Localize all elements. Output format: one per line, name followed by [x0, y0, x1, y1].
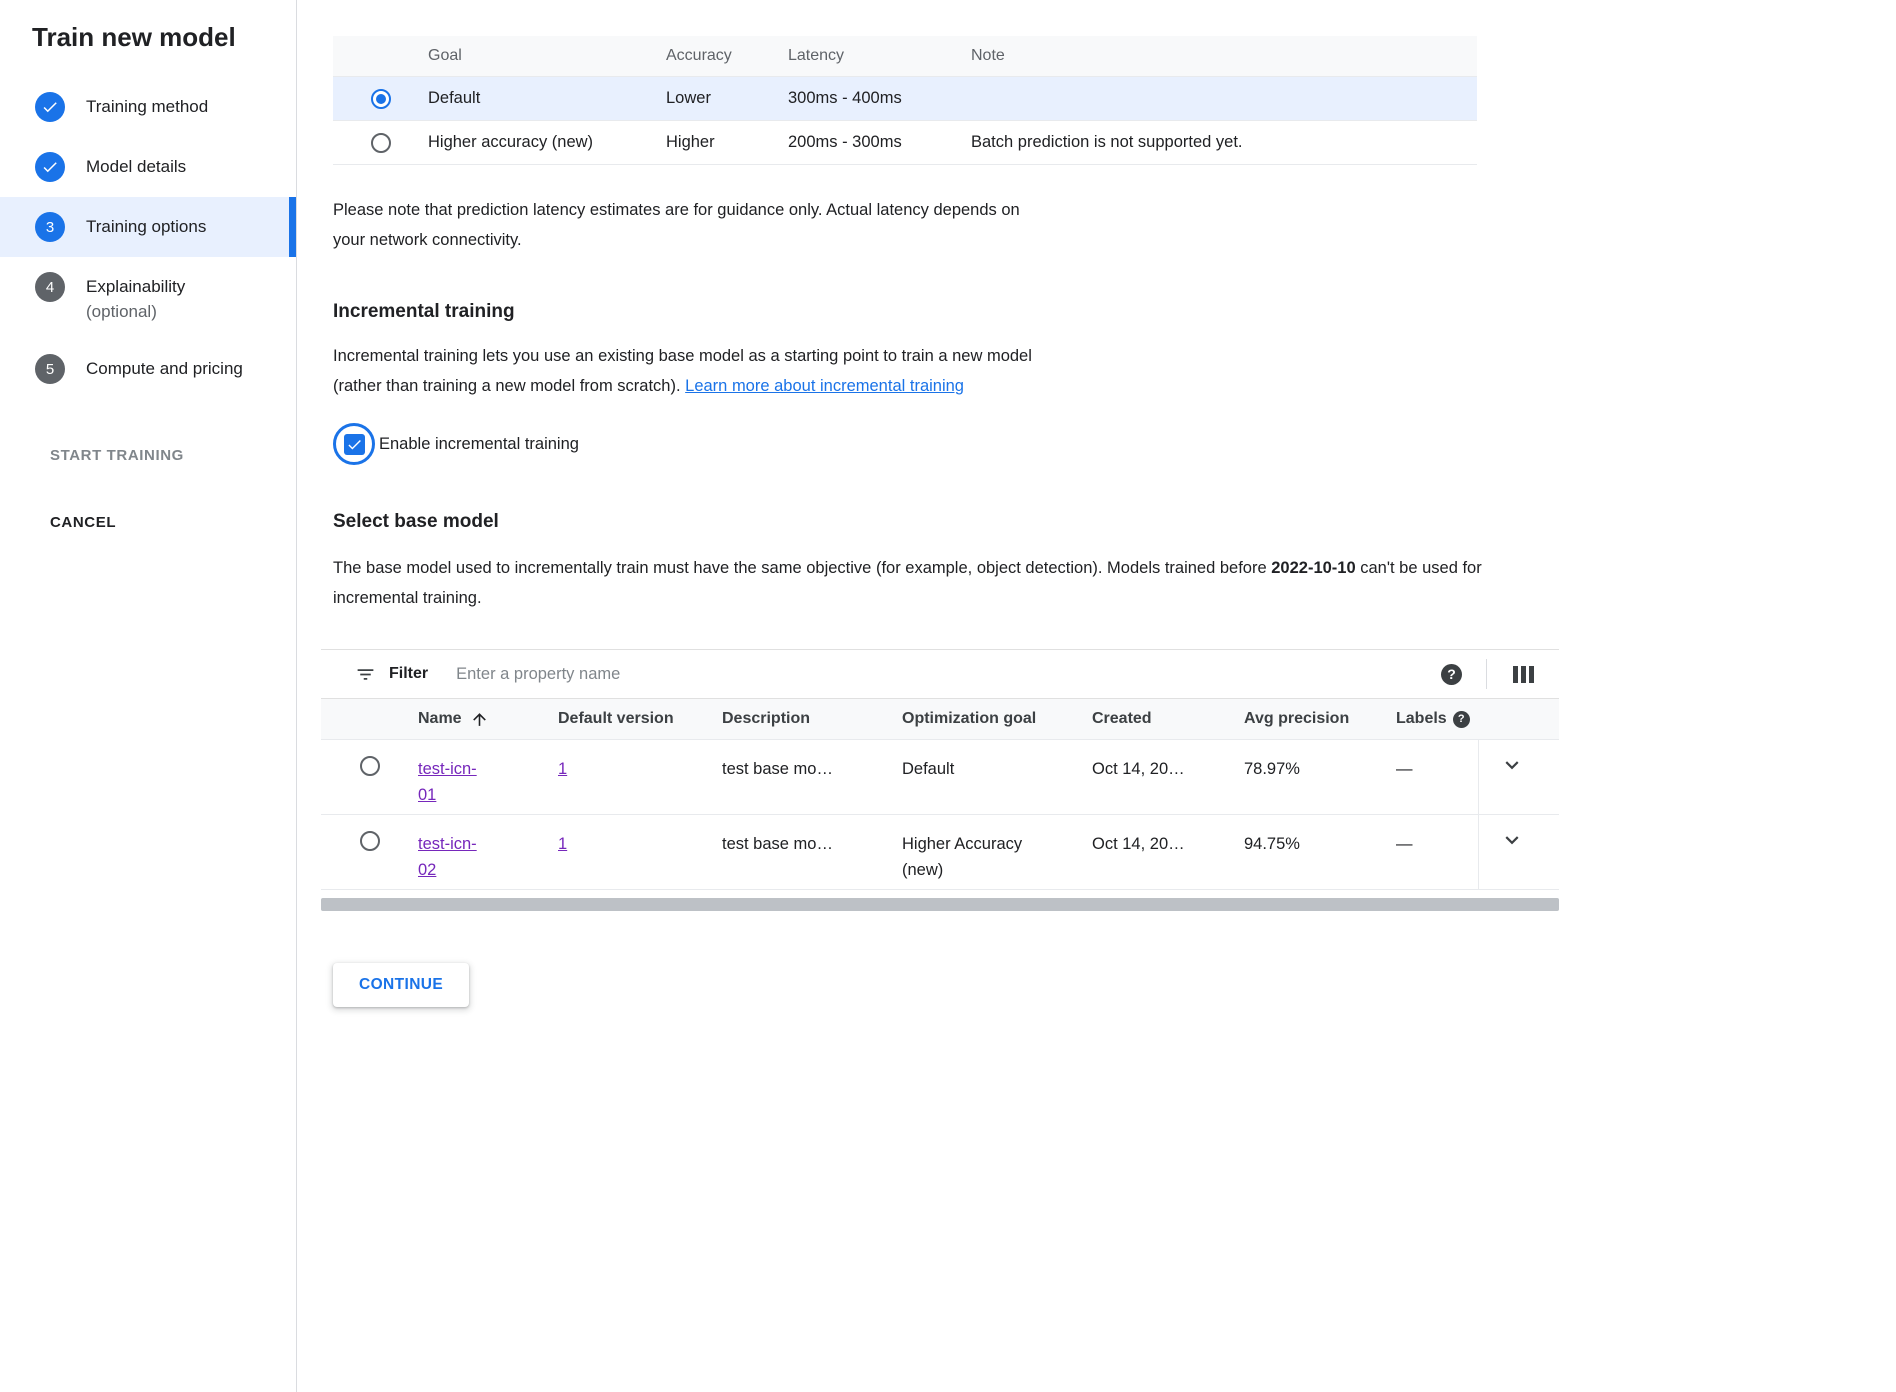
step-number-icon: 3	[35, 212, 65, 242]
step-label-training-options: Training options	[86, 212, 206, 240]
filter-icon	[355, 664, 376, 685]
radio-test-icn-02[interactable]	[360, 831, 380, 851]
step-label-explainability: Explainability (optional)	[86, 272, 185, 324]
default-version-link[interactable]: 1	[558, 831, 567, 857]
created-cell: Oct 14, 20…	[1092, 740, 1244, 782]
goal-cell-goal: Default	[428, 89, 666, 108]
column-display-options-icon[interactable]	[1511, 666, 1535, 683]
base-header-avg-precision: Avg precision	[1244, 710, 1396, 728]
optimization-goal-cell: Higher Accuracy (new)	[902, 831, 1062, 883]
incremental-training-checkbox-label: Enable incremental training	[379, 435, 579, 454]
base-model-row-test-icn-01: test-icn-01 1 test base mo… Default Oct …	[321, 740, 1559, 815]
goal-table: Goal Accuracy Latency Note Default Lower…	[333, 36, 1477, 165]
incremental-training-description: Incremental training lets you use an exi…	[333, 341, 1061, 401]
model-description-cell: test base mo…	[722, 740, 902, 782]
base-header-created: Created	[1092, 710, 1244, 728]
goal-cell-accuracy: Lower	[666, 89, 788, 108]
filter-help-icon[interactable]: ?	[1441, 664, 1462, 685]
base-model-cutoff-date: 2022-10-10	[1271, 559, 1355, 577]
name-header-label: Name	[418, 710, 462, 728]
expand-row-button[interactable]	[1478, 815, 1559, 889]
incremental-training-heading: Incremental training	[333, 301, 1896, 323]
radio-higher-accuracy-goal[interactable]	[371, 133, 391, 153]
filter-label: Filter	[389, 665, 428, 683]
step-label-training-method: Training method	[86, 92, 208, 120]
chevron-down-icon	[1499, 752, 1525, 778]
base-header-labels: Labels ?	[1396, 710, 1484, 728]
filter-input[interactable]	[456, 665, 1441, 684]
chevron-down-icon	[1499, 827, 1525, 853]
learn-more-link[interactable]: Learn more about incremental training	[685, 377, 964, 395]
incremental-training-checkbox[interactable]	[333, 423, 375, 465]
base-model-row-test-icn-02: test-icn-02 1 test base mo… Higher Accur…	[321, 815, 1559, 890]
sort-ascending-icon[interactable]	[470, 710, 489, 729]
goal-cell-goal: Higher accuracy (new)	[428, 133, 666, 152]
goal-row-default[interactable]: Default Lower 300ms - 400ms	[333, 77, 1477, 121]
labels-header-label: Labels	[1396, 710, 1447, 728]
optimization-goal-cell: Default	[902, 756, 954, 782]
goal-header-goal: Goal	[428, 47, 666, 65]
goal-row-higher-accuracy[interactable]: Higher accuracy (new) Higher 200ms - 300…	[333, 121, 1477, 165]
train-new-model-page: Train new model Training method Model de…	[0, 0, 1896, 1392]
expand-row-button[interactable]	[1478, 740, 1559, 814]
table-filter-bar: Filter ?	[321, 649, 1559, 699]
goal-cell-note: Batch prediction is not supported yet.	[971, 133, 1477, 152]
page-title: Train new model	[0, 22, 296, 53]
step-complete-check-icon	[35, 92, 65, 122]
goal-cell-latency: 200ms - 300ms	[788, 133, 971, 152]
steps-sidebar: Train new model Training method Model de…	[0, 0, 297, 1392]
step-label-main: Explainability	[86, 277, 185, 296]
goal-cell-latency: 300ms - 400ms	[788, 89, 971, 108]
model-description-cell: test base mo…	[722, 815, 902, 857]
sidebar-step-compute-and-pricing[interactable]: 5 Compute and pricing	[0, 339, 296, 399]
training-options-panel: Goal Accuracy Latency Note Default Lower…	[297, 0, 1896, 1392]
sidebar-step-model-details[interactable]: Model details	[0, 137, 296, 197]
goal-cell-accuracy: Higher	[666, 133, 788, 152]
labels-help-icon[interactable]: ?	[1453, 711, 1470, 728]
goal-header-note: Note	[971, 47, 1477, 65]
sidebar-step-training-options[interactable]: 3 Training options	[0, 197, 296, 257]
step-number-icon: 4	[35, 272, 65, 302]
checkbox-checked-icon	[344, 434, 365, 455]
avg-precision-cell: 94.75%	[1244, 815, 1396, 857]
goal-header-latency: Latency	[788, 47, 971, 65]
base-table-header: Name Default version Description Optimiz…	[321, 699, 1559, 740]
continue-button[interactable]: CONTINUE	[333, 963, 469, 1007]
step-label-compute-and-pricing: Compute and pricing	[86, 354, 243, 382]
horizontal-scrollbar	[321, 898, 1559, 911]
latency-disclaimer-text: Please note that prediction latency esti…	[333, 195, 1038, 255]
step-number-icon: 5	[35, 354, 65, 384]
base-model-desc-before: The base model used to incrementally tra…	[333, 559, 1271, 577]
goal-table-header: Goal Accuracy Latency Note	[333, 36, 1477, 77]
goal-header-accuracy: Accuracy	[666, 47, 788, 65]
sidebar-step-explainability[interactable]: 4 Explainability (optional)	[0, 257, 296, 339]
base-header-description: Description	[722, 710, 902, 728]
step-complete-check-icon	[35, 152, 65, 182]
radio-test-icn-01[interactable]	[360, 756, 380, 776]
horizontal-scrollbar-thumb[interactable]	[321, 898, 1559, 911]
default-version-link[interactable]: 1	[558, 756, 567, 782]
model-name-link[interactable]: test-icn-02	[418, 831, 490, 883]
model-name-link[interactable]: test-icn-01	[418, 756, 490, 808]
step-label-optional: (optional)	[86, 300, 185, 325]
avg-precision-cell: 78.97%	[1244, 740, 1396, 782]
base-model-table: Filter ? Name Default version Descriptio…	[321, 649, 1559, 911]
labels-cell: —	[1396, 740, 1478, 782]
base-header-default-version: Default version	[558, 710, 722, 728]
step-label-model-details: Model details	[86, 152, 186, 180]
select-base-model-heading: Select base model	[333, 511, 1896, 533]
created-cell: Oct 14, 20…	[1092, 815, 1244, 857]
enable-incremental-training-row: Enable incremental training	[333, 423, 1896, 465]
base-header-name[interactable]: Name	[418, 710, 558, 729]
sidebar-step-training-method[interactable]: Training method	[0, 77, 296, 137]
base-header-optimization-goal: Optimization goal	[902, 710, 1092, 728]
labels-cell: —	[1396, 815, 1478, 857]
radio-default-goal[interactable]	[371, 89, 391, 109]
base-model-description: The base model used to incrementally tra…	[333, 553, 1538, 613]
cancel-button[interactable]: CANCEL	[0, 514, 296, 531]
start-training-button[interactable]: START TRAINING	[0, 447, 296, 464]
filter-bar-divider	[1486, 659, 1487, 689]
